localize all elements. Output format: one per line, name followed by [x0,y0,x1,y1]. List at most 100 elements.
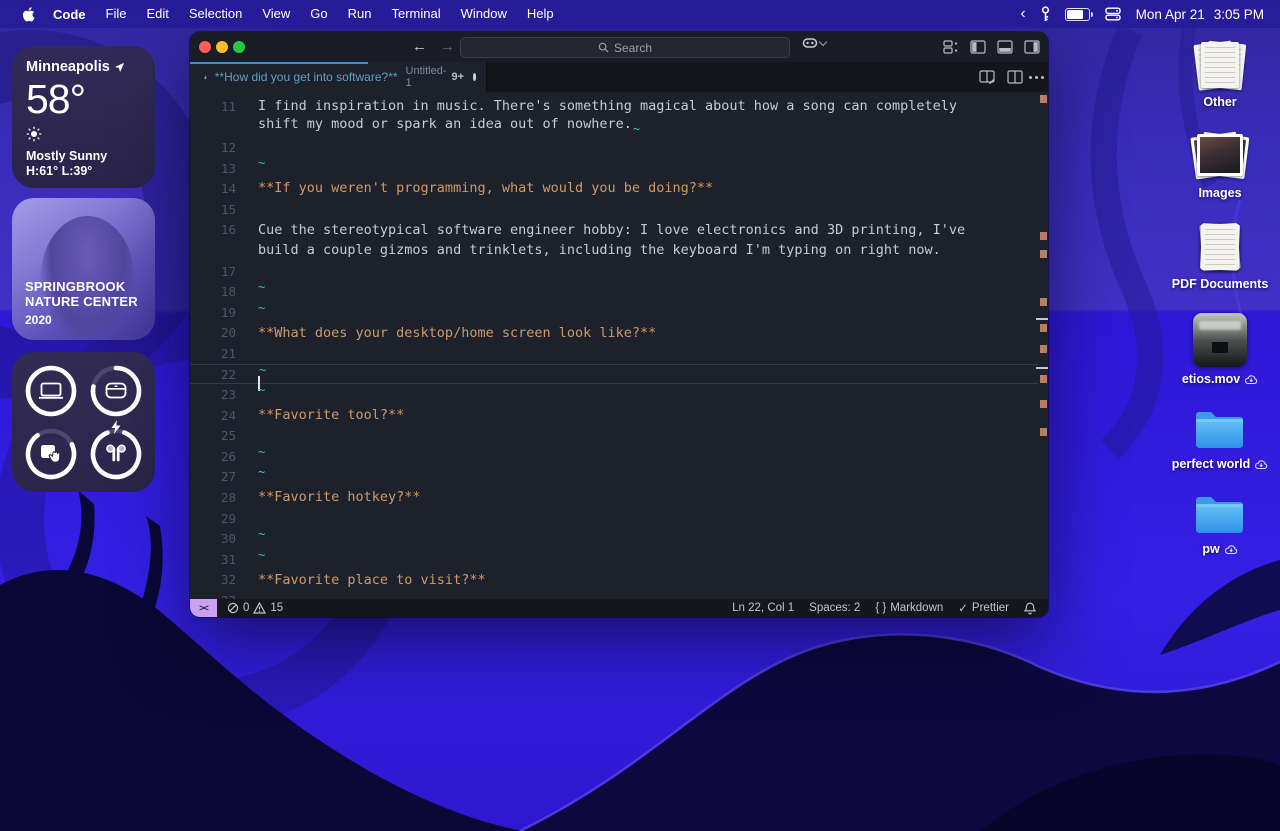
editor-line[interactable]: 29 [190,508,1038,529]
folder-icon [1192,408,1248,452]
menu-item-help[interactable]: Help [517,0,564,28]
overview-warning-mark [1040,324,1047,332]
overview-warning-mark [1040,428,1047,436]
menu-item-selection[interactable]: Selection [179,0,252,28]
close-window-button[interactable] [199,41,211,53]
menu-item-go[interactable]: Go [300,0,337,28]
formatter-label: Prettier [972,602,1009,614]
zoom-window-button[interactable] [233,41,245,53]
editor-line[interactable]: 23 [190,384,1038,405]
editor-line[interactable]: 24**Favorite tool?** [190,405,1038,426]
toggle-panel-icon[interactable] [997,40,1013,54]
editor-line[interactable]: 27 [190,467,1038,488]
desktop-stack-images[interactable]: Images [1193,131,1247,200]
indentation-status[interactable]: Spaces: 2 [809,602,860,614]
display-settings-icon[interactable] [1105,7,1121,21]
overview-warning-mark [1040,232,1047,240]
language-mode-status[interactable]: { } Markdown [875,602,943,614]
menu-item-run[interactable]: Run [338,0,382,28]
menubar-time: 3:05 PM [1214,7,1264,22]
desktop-stack-pdf-documents[interactable]: PDF Documents [1172,222,1269,291]
toggle-secondary-sidebar-icon[interactable] [1024,40,1040,54]
overview-warning-mark [1040,345,1047,353]
menu-item-edit[interactable]: Edit [136,0,178,28]
menubar-collapse-chevron[interactable]: ‹ [1020,0,1025,28]
tab-title: **How did you get into software?** [215,70,398,84]
photo-stack-icon [1193,131,1247,181]
customize-layout-icon[interactable] [943,40,959,54]
chevron-down-icon [819,38,827,46]
desktop-stack-other[interactable]: Other [1193,40,1247,109]
error-count: 0 [243,602,249,614]
menubar-clock[interactable]: Mon Apr 21 3:05 PM [1136,7,1264,22]
desktop-icon-column: Other Images PDF Documents etios.mov [1174,40,1266,578]
photo-widget[interactable]: SPRINGBROOK NATURE CENTER 2020 [12,198,155,340]
icon-label: etios.mov [1182,372,1240,386]
desktop-file-etios-mov[interactable]: etios.mov [1182,313,1258,386]
editor-line[interactable]: 16Cue the stereotypical software enginee… [190,220,1038,241]
search-icon [598,42,609,53]
desktop-folder-perfect-world[interactable]: perfect world [1172,408,1269,471]
menu-item-terminal[interactable]: Terminal [382,0,451,28]
editor-line[interactable]: 26 [190,446,1038,467]
weather-widget[interactable]: Minneapolis 58° Mostly Sunny H:61° L:39° [12,46,155,188]
editor-line[interactable]: 30 [190,528,1038,549]
overview-warning-mark [1040,95,1047,103]
editor-line[interactable]: 21 [190,343,1038,364]
batteries-widget[interactable] [12,352,155,492]
menu-item-window[interactable]: Window [451,0,517,28]
tab-untitled-1[interactable]: **How did you get into software?** Untit… [190,62,487,92]
search-placeholder: Search [614,41,652,55]
editor-line[interactable]: 33 [190,590,1038,599]
battery-status-icon[interactable] [1065,8,1090,21]
password-key-icon[interactable] [1041,6,1050,22]
editor-line[interactable]: 25 [190,426,1038,447]
editor-line[interactable]: 32**Favorite place to visit?** [190,570,1038,591]
photo-caption-year: 2020 [25,314,138,328]
menu-item-view[interactable]: View [252,0,300,28]
status-bar: >< 0 15 Ln 22, Col 1 Spaces: 2 { } Markd… [190,599,1048,617]
navigate-forward-button[interactable]: → [440,32,455,62]
navigate-back-button[interactable]: ← [412,32,427,62]
remote-indicator[interactable]: >< [190,599,217,617]
battery-ring-trackpad [19,422,84,485]
document-stack-icon [1193,40,1247,90]
tab-badge: 9+ [452,71,465,83]
icloud-download-icon [1224,544,1238,555]
editor-line[interactable]: 19 [190,302,1038,323]
apple-menu[interactable] [22,7,35,22]
command-center-search[interactable]: Search [460,37,790,58]
toggle-primary-sidebar-icon[interactable] [970,40,986,54]
text-editor[interactable]: 11I find inspiration in music. There's s… [190,92,1048,599]
desktop-folder-pw[interactable]: pw [1192,493,1248,556]
editor-line[interactable]: 13 [190,158,1038,179]
window-titlebar[interactable]: ← → Search [190,32,1048,62]
split-editor-icon[interactable] [1007,70,1023,84]
editor-line-wrap[interactable]: build a couple gizmos and trinklets, inc… [190,240,1038,261]
editor-line[interactable]: 12 [190,137,1038,158]
overview-warning-mark [1040,250,1047,258]
more-actions-icon[interactable] [1035,76,1038,79]
editor-line[interactable]: 15 [190,199,1038,220]
editor-line[interactable]: 28**Favorite hotkey?** [190,487,1038,508]
formatter-status[interactable]: ✓ Prettier [958,601,1009,615]
editor-line[interactable]: 14**If you weren't programming, what wou… [190,178,1038,199]
editor-line[interactable]: 18 [190,281,1038,302]
editor-current-line[interactable]: 22 [190,364,1038,385]
editor-line[interactable]: 31 [190,549,1038,570]
open-preview-icon[interactable] [979,70,995,84]
menu-item-file[interactable]: File [96,0,137,28]
menu-bar: Code File Edit Selection View Go Run Ter… [0,0,1280,28]
problems-status[interactable]: 0 15 [227,602,283,614]
overview-cursor-mark [1036,367,1048,369]
weather-city: Minneapolis [26,59,110,75]
unsaved-changes-dot[interactable] [473,73,476,81]
minimize-window-button[interactable] [216,41,228,53]
copilot-menu-button[interactable] [802,37,826,50]
cursor-position-status[interactable]: Ln 22, Col 1 [732,602,794,614]
editor-line[interactable]: 20**What does your desktop/home screen l… [190,323,1038,344]
editor-line[interactable]: 17 [190,261,1038,282]
editor-line-wrap[interactable]: shift my mood or spark an idea out of no… [190,117,1038,138]
menu-app-name[interactable]: Code [43,7,96,22]
notifications-bell-icon[interactable] [1024,602,1036,615]
